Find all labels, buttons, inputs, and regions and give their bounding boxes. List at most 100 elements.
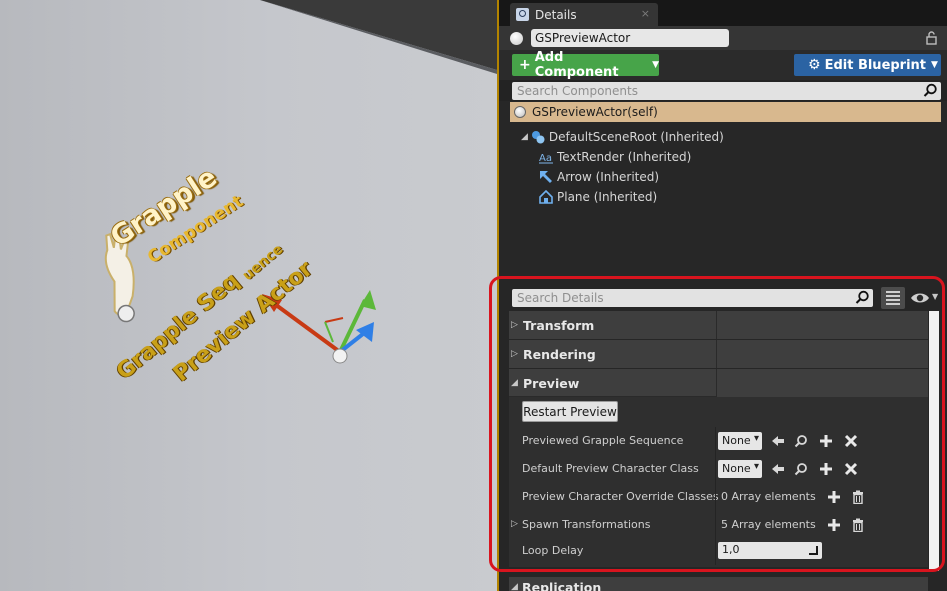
array-count: 5 Array elements xyxy=(721,518,816,531)
prop-previewed-grapple-sequence: Previewed Grapple Sequence None xyxy=(509,427,928,455)
category-label: Preview xyxy=(523,375,580,391)
collapse-arrow-icon[interactable]: ◢ xyxy=(511,582,518,591)
prop-label: Preview Character Override Classes xyxy=(522,490,719,503)
search-icon[interactable] xyxy=(855,290,870,305)
prop-loop-delay: Loop Delay 1,0 xyxy=(509,537,928,565)
search-details-input[interactable] xyxy=(512,289,852,307)
edit-blueprint-button[interactable]: ⚙ Edit Blueprint ▼ xyxy=(794,54,941,76)
add-icon[interactable] xyxy=(819,462,833,476)
prop-label: Previewed Grapple Sequence xyxy=(522,434,684,447)
category-value-column xyxy=(716,340,928,368)
static-mesh-icon xyxy=(539,190,553,204)
tree-item-label: DefaultSceneRoot (Inherited) xyxy=(548,130,724,144)
list-icon xyxy=(886,291,900,293)
loop-delay-input[interactable]: 1,0 xyxy=(718,542,822,559)
category-label: Transform xyxy=(523,317,595,333)
category-replication[interactable]: ◢ Replication xyxy=(509,577,928,591)
tree-item-label: Plane (Inherited) xyxy=(557,190,658,204)
tree-item-default-scene-root[interactable]: ◢ DefaultSceneRoot (Inherited) xyxy=(521,128,724,146)
use-selected-arrow-icon[interactable] xyxy=(771,434,785,448)
details-icon xyxy=(516,8,529,21)
tree-item-label: TextRender (Inherited) xyxy=(557,150,692,164)
add-element-icon[interactable] xyxy=(827,518,841,532)
search-components-box xyxy=(512,82,941,100)
category-label: Rendering xyxy=(523,346,596,362)
expand-arrow-icon[interactable]: ▷ xyxy=(511,320,523,330)
prop-spawn-transformations: ▷ Spawn Transformations 5 Array elements xyxy=(509,511,928,539)
scrollbar[interactable] xyxy=(929,311,939,571)
tree-item-text-render[interactable]: Aa TextRender (Inherited) xyxy=(539,148,691,166)
restart-preview-button[interactable]: Restart Preview xyxy=(522,401,618,422)
category-preview[interactable]: ◢ Preview xyxy=(509,369,928,397)
plus-icon: + xyxy=(519,57,531,73)
chevron-down-icon: ▼ xyxy=(931,60,938,70)
chevron-down-icon: ▼ xyxy=(652,60,659,70)
tab-close-icon[interactable]: × xyxy=(641,7,650,20)
lock-icon[interactable] xyxy=(926,31,937,45)
category-value-column xyxy=(716,369,928,397)
collapse-arrow-icon[interactable]: ◢ xyxy=(511,378,523,388)
category-header: ◢ Preview xyxy=(509,369,715,397)
class-picker-dropdown[interactable]: None xyxy=(718,460,762,478)
search-components-input[interactable] xyxy=(512,82,922,100)
tree-item-self-label: GSPreviewActor(self) xyxy=(532,105,658,119)
prop-label: Default Preview Character Class xyxy=(522,462,699,475)
scene-root-icon xyxy=(531,131,545,144)
search-details-box xyxy=(512,289,873,307)
category-header: ▷ Rendering xyxy=(509,340,715,368)
column-divider[interactable] xyxy=(715,455,716,483)
search-icon[interactable] xyxy=(923,83,938,98)
add-element-icon[interactable] xyxy=(827,490,841,504)
actor-sphere-icon xyxy=(514,106,526,118)
add-component-label: Add Component xyxy=(534,50,619,80)
list-icon xyxy=(886,303,900,305)
level-viewport[interactable]: Grapple Component Grapple Seq uence Prev… xyxy=(0,0,497,591)
trash-icon[interactable] xyxy=(851,518,865,532)
viewport-geometry xyxy=(0,0,497,364)
property-list: ▷ Transform ▷ Rendering ◢ Preview Restar… xyxy=(509,311,928,591)
chevron-down-icon[interactable]: ▼ xyxy=(932,292,938,301)
text-render-icon: Aa xyxy=(539,153,553,164)
components-tree: GSPreviewActor(self) ◢ DefaultSceneRoot … xyxy=(499,101,947,279)
prop-label: Spawn Transformations xyxy=(522,518,651,531)
column-divider[interactable] xyxy=(715,511,716,539)
tab-details[interactable]: Details × xyxy=(510,3,658,26)
preview-category-body: Restart Preview Previewed Grapple Sequen… xyxy=(509,397,928,567)
array-count: 0 Array elements xyxy=(721,490,816,503)
list-icon xyxy=(886,299,900,301)
expand-arrow-icon[interactable]: ▷ xyxy=(511,519,518,529)
tab-details-label: Details xyxy=(535,7,577,22)
column-divider[interactable] xyxy=(715,427,716,455)
add-icon[interactable] xyxy=(819,434,833,448)
browse-magnifier-icon[interactable] xyxy=(794,434,808,448)
collapse-arrow-icon[interactable]: ◢ xyxy=(521,132,528,142)
tab-bar: Details × xyxy=(499,0,947,26)
tree-item-plane[interactable]: Plane (Inherited) xyxy=(539,188,657,206)
expand-arrow-icon[interactable]: ▷ xyxy=(511,349,523,359)
column-divider[interactable] xyxy=(715,537,716,565)
category-label: Replication xyxy=(522,580,602,591)
prop-default-preview-character-class: Default Preview Character Class None xyxy=(509,455,928,483)
column-divider[interactable] xyxy=(715,483,716,511)
tree-item-self[interactable]: GSPreviewActor(self) xyxy=(510,102,941,122)
gears-icon: ⚙ xyxy=(808,57,821,73)
add-component-button[interactable]: + Add Component ▼ xyxy=(512,50,659,80)
details-panel: Details × GSPreviewActor + Add Component… xyxy=(497,0,947,591)
actor-name-field[interactable]: GSPreviewActor xyxy=(531,29,729,47)
asset-picker-dropdown[interactable]: None xyxy=(718,432,762,450)
tree-item-label: Arrow (Inherited) xyxy=(557,170,660,184)
category-transform[interactable]: ▷ Transform xyxy=(509,311,928,339)
clear-x-icon[interactable] xyxy=(844,434,858,448)
trash-icon[interactable] xyxy=(851,490,865,504)
category-rendering[interactable]: ▷ Rendering xyxy=(509,340,928,368)
browse-magnifier-icon[interactable] xyxy=(794,462,808,476)
svg-text:Aa: Aa xyxy=(539,153,552,164)
property-matrix-button[interactable] xyxy=(881,287,905,309)
clear-x-icon[interactable] xyxy=(844,462,858,476)
tree-item-arrow[interactable]: Arrow (Inherited) xyxy=(539,168,659,186)
eye-icon[interactable] xyxy=(910,290,930,306)
arrow-component-icon xyxy=(540,171,552,183)
category-header: ▷ Transform xyxy=(509,311,715,339)
edit-blueprint-label: Edit Blueprint xyxy=(824,57,927,73)
use-selected-arrow-icon[interactable] xyxy=(771,462,785,476)
